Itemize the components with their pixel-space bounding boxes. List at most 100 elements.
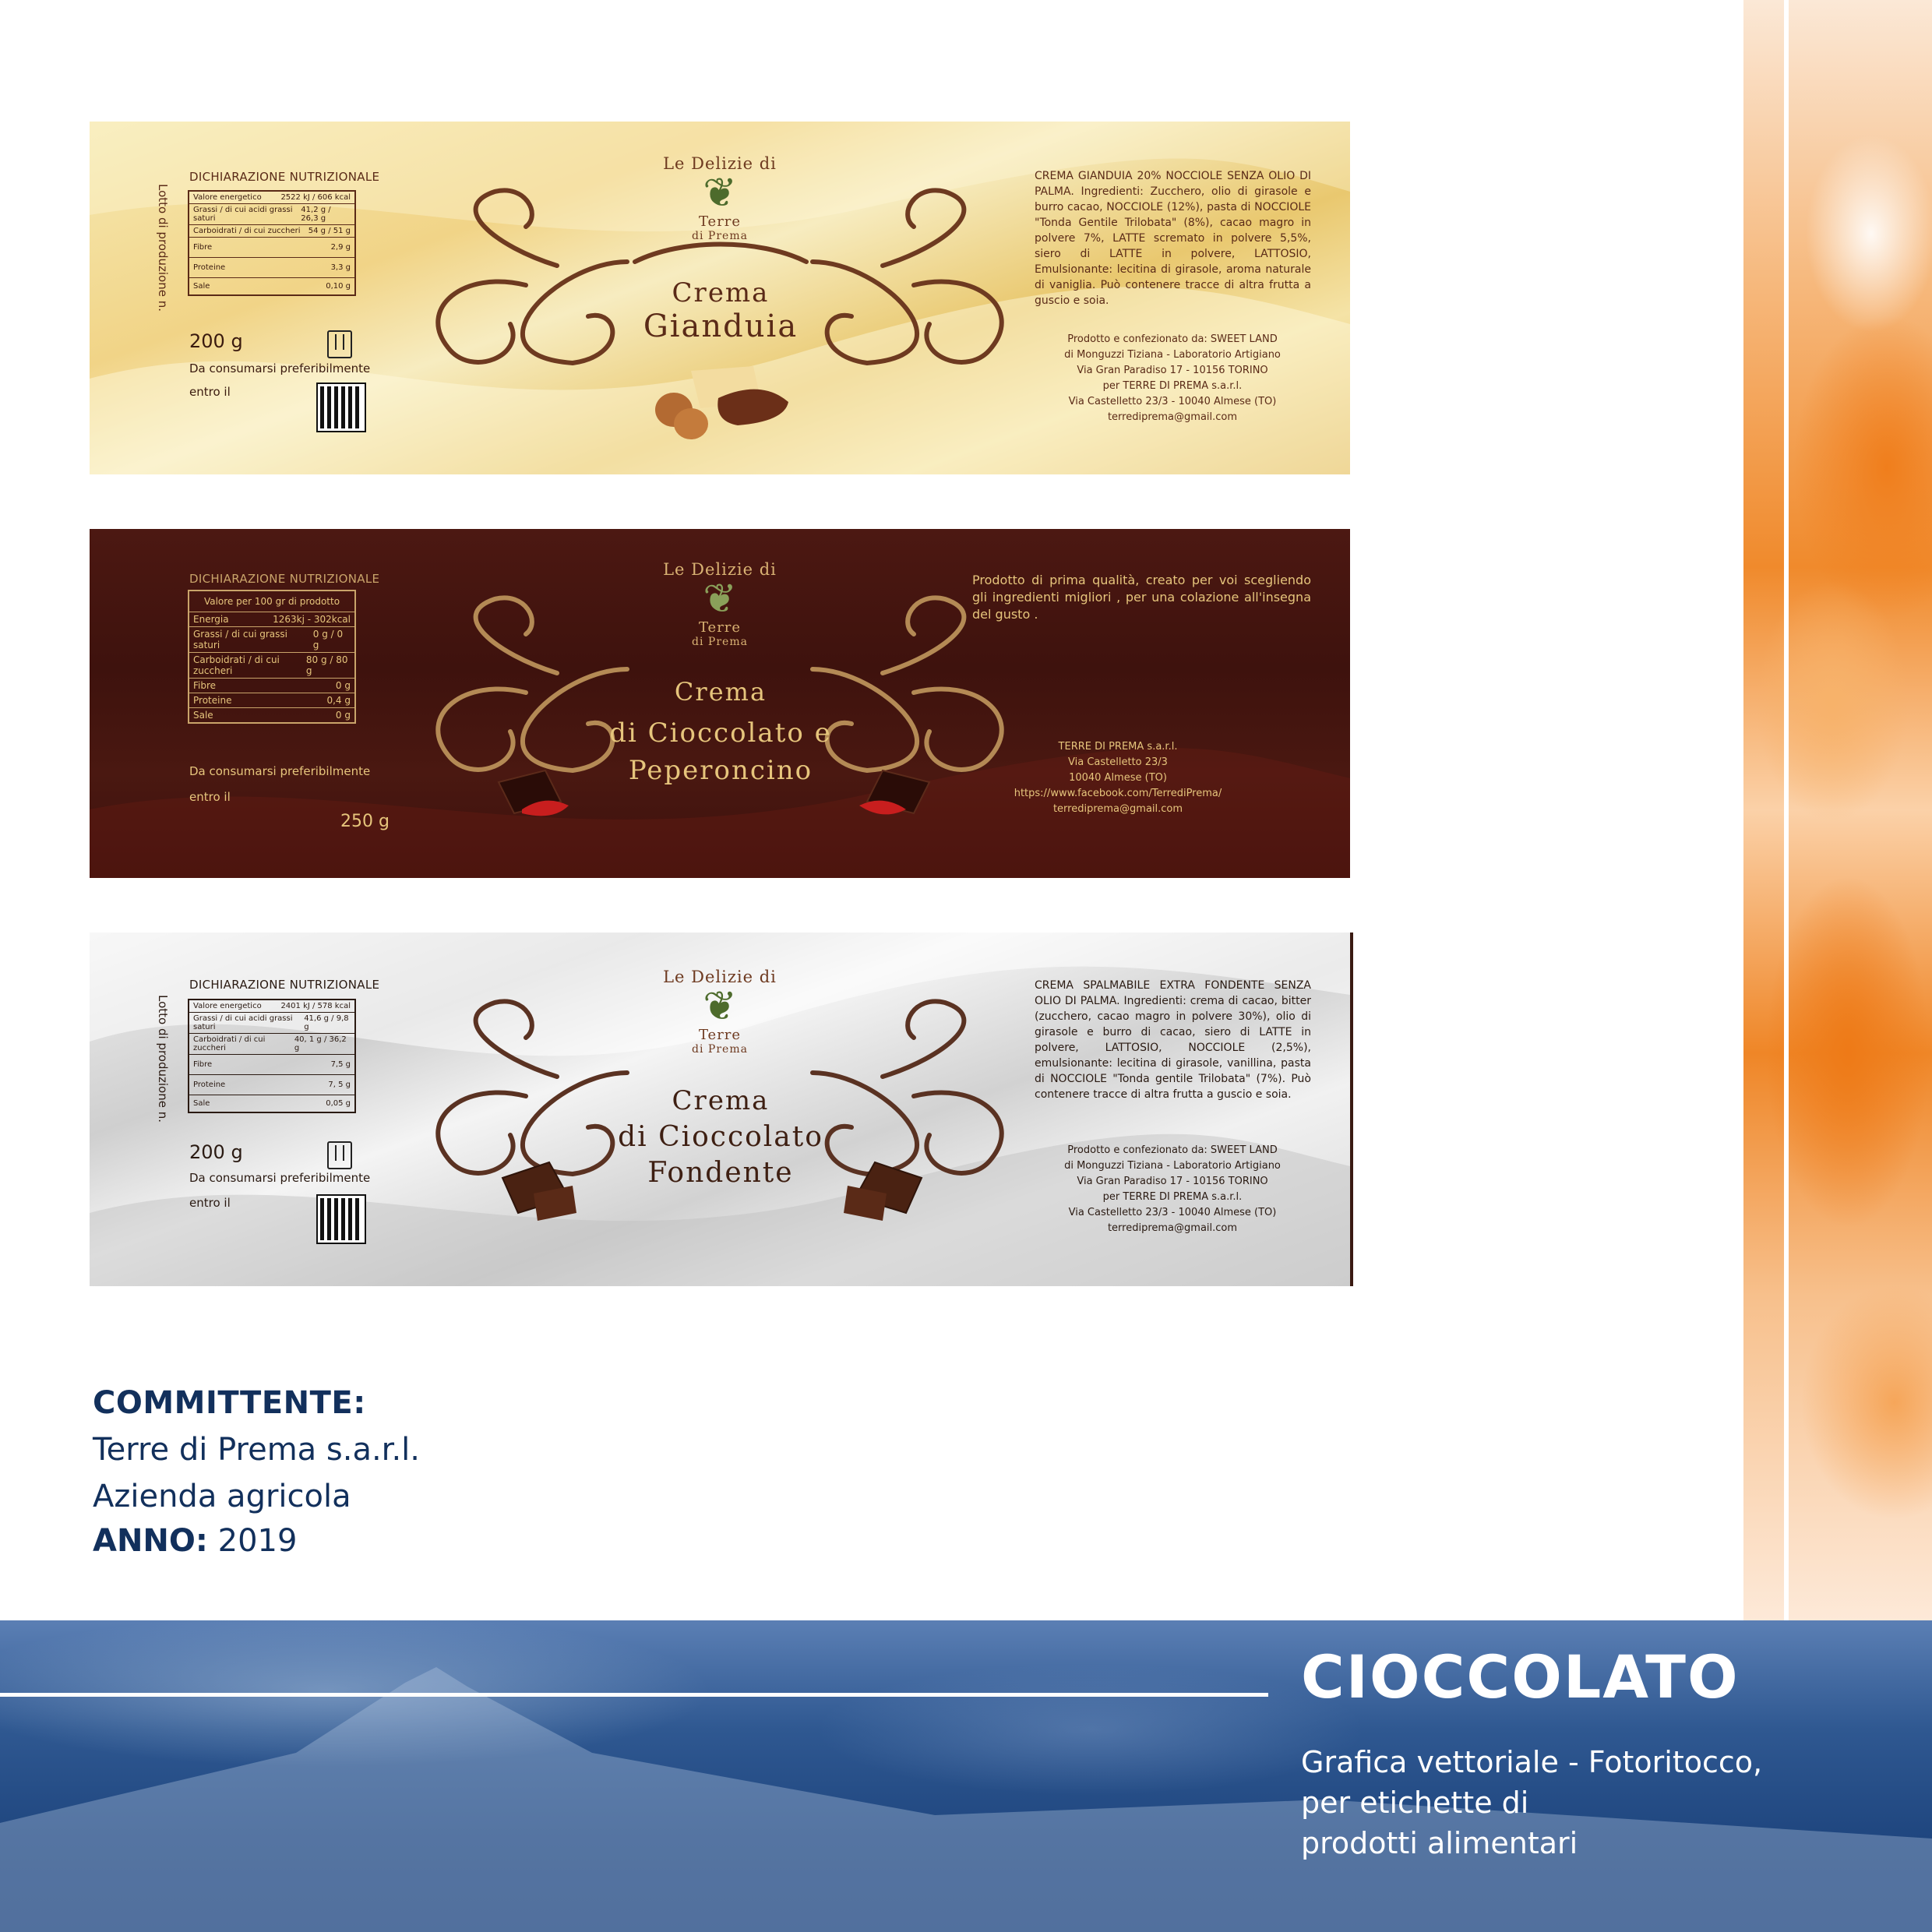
label-crema-peperoncino: DICHIARAZIONE NUTRIZIONALE Valore per 10… <box>90 529 1350 878</box>
client-name: Terre di Prema s.a.r.l. <box>93 1432 420 1468</box>
client-type: Azienda agricola <box>93 1479 351 1514</box>
portfolio-page: Lotto di produzione n. DICHIARAZIONE NUT… <box>0 0 1932 1932</box>
nutrition-value: 0 g <box>335 680 351 691</box>
nutrition-name: Energia <box>193 614 229 625</box>
nutrition-value: 1263kj - 302kcal <box>273 614 351 625</box>
consumarsi-text: Da consumarsi preferibilmente <box>189 764 371 778</box>
qr-code-icon <box>316 1194 366 1244</box>
product-subtitle: Gianduia <box>643 308 799 344</box>
nutrition-name: Sale <box>193 282 210 291</box>
nutrition-name: Fibre <box>193 680 217 691</box>
producer-line: Prodotto e confezionato da: SWEET LAND <box>1067 1144 1278 1156</box>
vertical-divider-line-outer <box>1784 0 1789 1694</box>
nutrition-row: Sale 0,10 g <box>189 278 354 294</box>
nutrition-name: Proteine <box>193 1081 226 1089</box>
consumarsi-text: Da consumarsi preferibilmente <box>189 1171 371 1185</box>
net-weight: 250 g <box>340 812 390 831</box>
section-title: CIOCCOLATO <box>1301 1642 1740 1712</box>
producer-email: terrediprema@gmail.com <box>1052 803 1183 815</box>
nutrition-value: 3,3 g <box>330 263 351 272</box>
nutrition-row: Fibre 0 g <box>189 679 354 693</box>
brand-logo: Le Delizie di ❦ Terre di Prema <box>648 968 791 1056</box>
label-crema-fondente: Lotto di produzione n. DICHIARAZIONE NUT… <box>90 933 1353 1286</box>
producer-line: 10040 Almese (TO) <box>1069 772 1167 784</box>
committente-label: COMMITTENTE: <box>93 1385 366 1421</box>
producer-info: Prodotto e confezionato da: SWEET LAND d… <box>1040 1143 1305 1236</box>
nutrition-name: Carboidrati / di cui zuccheri <box>193 1035 266 1052</box>
logo-terre: Terre <box>698 1027 742 1043</box>
producer-line: Via Castelletto 23/3 - 10040 Almese (TO) <box>1068 396 1277 407</box>
nutrition-title: DICHIARAZIONE NUTRIZIONALE <box>189 978 380 992</box>
orange-watercolor-panel <box>1739 0 1932 1620</box>
product-title: Crema <box>672 277 770 308</box>
hazelnut-chocolate-image <box>655 366 788 439</box>
nutrition-row: Proteine 0,4 g <box>189 693 354 708</box>
producer-line: Via Gran Paradiso 17 - 10156 TORINO <box>1077 1176 1268 1187</box>
producer-info: Prodotto e confezionato da: SWEET LAND d… <box>1040 332 1305 425</box>
nutrition-title: DICHIARAZIONE NUTRIZIONALE <box>189 572 380 586</box>
logo-terre: Terre <box>698 213 742 230</box>
producer-info: TERRE DI PREMA s.a.r.l. Via Castelletto … <box>985 739 1250 817</box>
nutrition-row: Fibre 2,9 g <box>189 238 354 258</box>
nutrition-name: Grassi / di cui grassi saturi <box>193 629 287 650</box>
nutrition-value: 0,4 g <box>326 695 351 706</box>
brand-logo: Le Delizie di ❦ Terre di Prema <box>648 154 791 242</box>
logo-terre: Terre <box>698 619 742 636</box>
nutrition-value: 2,9 g <box>330 243 351 252</box>
entro-text: entro il <box>189 1196 231 1210</box>
nutrition-value: 0,10 g <box>326 282 351 291</box>
recycle-bin-icon <box>327 330 352 358</box>
nutrition-row: Proteine 3,3 g <box>189 258 354 278</box>
entro-text: entro il <box>189 385 231 399</box>
lotto-text: Lotto di produzione n. <box>156 184 170 312</box>
vertical-divider-line <box>1739 0 1743 1620</box>
logo-prema: di Prema <box>692 230 748 242</box>
nutrition-name: Grassi / di cui acidi grassi saturi <box>193 206 293 223</box>
label-crema-gianduia: Lotto di produzione n. DICHIARAZIONE NUT… <box>90 122 1350 474</box>
nutrition-value: 0 g <box>335 710 351 721</box>
nutrition-table: Valore energetico 2401 kJ / 578 kcal Gras… <box>188 999 356 1113</box>
producer-facebook: https://www.facebook.com/TerrediPrema/ <box>1014 788 1222 799</box>
producer-line: di Monguzzi Tiziana - Laboratorio Artigi… <box>1064 1160 1281 1172</box>
anno-label: ANNO: <box>93 1523 208 1559</box>
nutrition-name: Carboidrati / di cui zuccheri <box>193 654 280 676</box>
lotto-text: Lotto di produzione n. <box>156 995 170 1123</box>
nutrition-name: Sale <box>193 710 213 721</box>
product-description: Prodotto di prima qualità, creato per vo… <box>972 573 1311 622</box>
ingredients-text: CREMA SPALMABILE EXTRA FONDENTE SENZA OL… <box>1035 979 1311 1101</box>
nutrition-name: Fibre <box>193 243 213 252</box>
nutrition-name: Valore energetico <box>193 1002 262 1010</box>
nutrition-name: Proteine <box>193 695 232 706</box>
nutrition-name: Valore energetico <box>193 193 262 202</box>
producer-line: per TERRE DI PREMA s.a.r.l. <box>1102 380 1243 392</box>
nutrition-value: 2401 kJ / 578 kcal <box>280 1002 351 1010</box>
product-title: Crema <box>674 677 767 707</box>
nutrition-value: 80 g / 80 g <box>305 654 348 676</box>
product-subtitle: di Cioccolato <box>618 1121 823 1153</box>
nutrition-row: Valore energetico 2401 kJ / 578 kcal <box>189 1000 354 1013</box>
producer-line: per TERRE DI PREMA s.a.r.l. <box>1102 1191 1243 1203</box>
nutrition-name: Grassi / di cui acidi grassi saturi <box>193 1014 293 1031</box>
nutrition-table: Valore energetico 2522 kJ / 606 kcal Gras… <box>188 190 356 296</box>
brand-logo: Le Delizie di ❦ Terre di Prema <box>648 560 791 648</box>
nutrition-row: Grassi / di cui acidi grassi saturi 41,6 … <box>189 1013 354 1034</box>
tree-logo-icon: ❦ <box>703 576 737 622</box>
nutrition-value: 7,5 g <box>330 1060 351 1069</box>
nutrition-name: Fibre <box>193 1060 213 1069</box>
anno-value: 2019 <box>217 1523 298 1559</box>
ingredients-text: CREMA GIANDUIA 20% NOCCIOLE SENZA OLIO D… <box>1035 170 1311 307</box>
product-subtitle: di Cioccolato e <box>609 717 832 749</box>
producer-line: Prodotto e confezionato da: SWEET LAND <box>1067 333 1278 345</box>
nutrition-row: Sale 0 g <box>189 708 354 722</box>
tree-logo-icon: ❦ <box>703 170 737 217</box>
nutrition-value: 40, 1 g / 36,2 g <box>294 1035 347 1052</box>
nutrition-name: Carboidrati / di cui zuccheri <box>193 227 301 235</box>
net-weight: 200 g <box>189 1141 243 1163</box>
consumarsi-text: Da consumarsi preferibilmente <box>189 361 371 375</box>
nutrition-name: Sale <box>193 1099 210 1108</box>
horizontal-divider-line <box>0 1693 1268 1697</box>
nutrition-value: 0,05 g <box>326 1099 351 1108</box>
product-title: Crema <box>672 1085 770 1116</box>
nutrition-row: Sale 0,05 g <box>189 1095 354 1112</box>
chili-chocolate-image-right <box>859 769 931 815</box>
